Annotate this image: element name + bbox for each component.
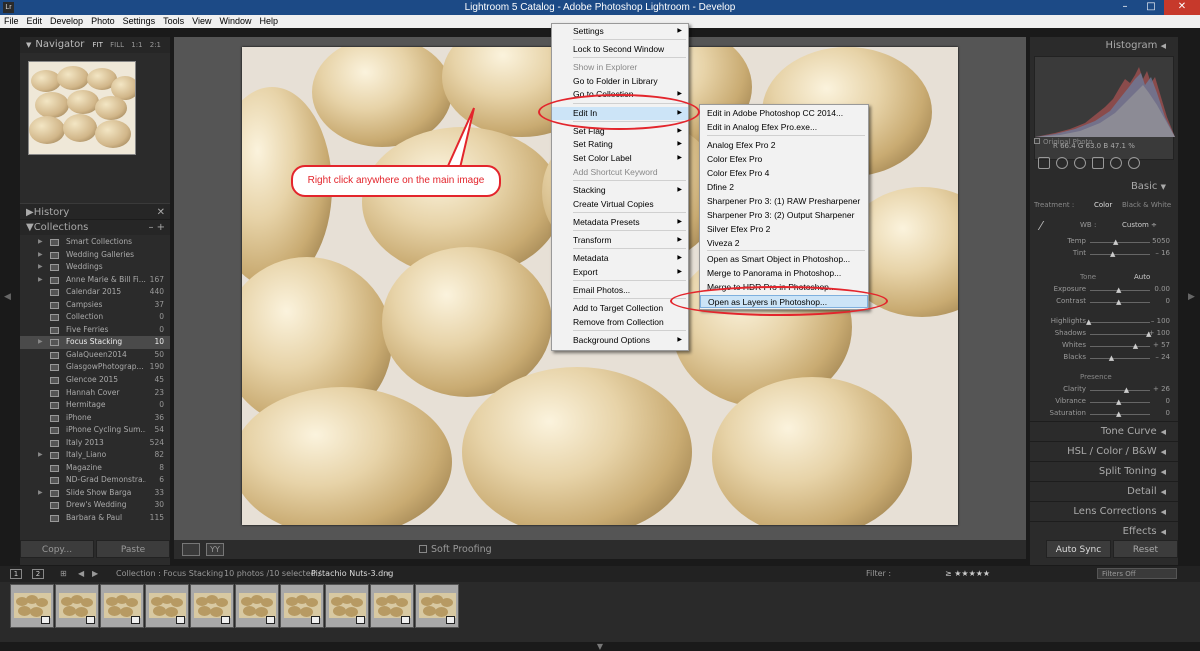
context-menu-item-label: Lock to Second Window — [573, 44, 665, 54]
menu-separator — [573, 180, 686, 181]
context-menu-item[interactable]: Transform ▶ — [552, 234, 688, 247]
submenu-arrow-icon: ▶ — [677, 187, 682, 193]
context-menu-item-label: Email Photos... — [573, 285, 631, 295]
context-menu-item[interactable]: Export ▶ — [552, 266, 688, 279]
submenu-item[interactable]: Merge to Panorama in Photoshop... — [700, 267, 868, 280]
submenu-item[interactable]: Sharpener Pro 3: (2) Output Sharpener — [700, 209, 868, 222]
context-menu-item: Add Shortcut Keyword — [552, 166, 688, 179]
context-menu-item[interactable]: Set Rating ▶ — [552, 138, 688, 151]
tutorial-callout: Right click anywhere on the main image — [291, 165, 501, 197]
submenu-arrow-icon: ▶ — [677, 237, 682, 243]
context-menu-item[interactable]: Remove from Collection — [552, 316, 688, 329]
menu-separator — [707, 250, 865, 251]
context-menu-item-label: Transform — [573, 235, 612, 245]
context-menu-item-label: Go to Folder in Library — [573, 76, 658, 86]
submenu-item[interactable]: Color Efex Pro 4 — [700, 167, 868, 180]
context-menu-item-label: Stacking — [573, 185, 606, 195]
context-menu-item-label: Add Shortcut Keyword — [573, 167, 658, 177]
submenu-arrow-icon: ▶ — [677, 128, 682, 134]
context-menu-item[interactable]: Go to Folder in Library — [552, 75, 688, 88]
submenu-item[interactable]: Dfine 2 — [700, 181, 868, 194]
context-menu: Settings ▶ Lock to Second Window Show in Ex… — [551, 23, 689, 351]
submenu-item[interactable]: Sharpener Pro 3: (1) RAW Presharpener — [700, 195, 868, 208]
submenu-arrow-icon: ▶ — [677, 219, 682, 225]
submenu-item[interactable]: Silver Efex Pro 2 — [700, 223, 868, 236]
menu-separator — [573, 330, 686, 331]
menu-separator — [573, 57, 686, 58]
context-menu-item[interactable]: Create Virtual Copies — [552, 198, 688, 211]
menu-separator — [573, 39, 686, 40]
menu-separator — [573, 212, 686, 213]
context-menu-item[interactable]: Settings ▶ — [552, 25, 688, 38]
submenu-arrow-icon: ▶ — [677, 255, 682, 261]
submenu-item[interactable]: Analog Efex Pro 2 — [700, 139, 868, 152]
context-menu-item-label: Export — [573, 267, 598, 277]
context-menu-item-label: Background Options — [573, 335, 651, 345]
highlight-oval-edit-in — [538, 94, 700, 130]
highlight-oval-open-as-layers — [670, 286, 888, 316]
context-menu-item-label: Add to Target Collection — [573, 303, 664, 313]
menu-separator — [573, 280, 686, 281]
submenu-item[interactable]: Open as Smart Object in Photoshop... — [700, 253, 868, 266]
context-menu-item[interactable]: Stacking ▶ — [552, 184, 688, 197]
menu-separator — [573, 298, 686, 299]
submenu-arrow-icon: ▶ — [677, 269, 682, 275]
context-menu-item-label: Show in Explorer — [573, 62, 638, 72]
submenu-item[interactable]: Edit in Analog Efex Pro.exe... — [700, 121, 868, 134]
context-menu-item-label: Remove from Collection — [573, 317, 664, 327]
context-menu-item[interactable]: Set Color Label ▶ — [552, 152, 688, 165]
context-menu-item-label: Create Virtual Copies — [573, 199, 654, 209]
context-menu-item[interactable]: Background Options ▶ — [552, 334, 688, 347]
context-menu-item-label: Set Rating — [573, 139, 613, 149]
context-menu-item: Show in Explorer — [552, 61, 688, 74]
context-menu-item[interactable]: Metadata Presets ▶ — [552, 216, 688, 229]
submenu-item[interactable]: Color Efex Pro — [700, 153, 868, 166]
context-menu-item-label: Settings — [573, 26, 604, 36]
submenu-arrow-icon: ▶ — [677, 141, 682, 147]
context-menu-item-label: Metadata — [573, 253, 609, 263]
context-menu-item[interactable]: Metadata ▶ — [552, 252, 688, 265]
context-menu-item[interactable]: Lock to Second Window — [552, 43, 688, 56]
edit-in-submenu: Edit in Adobe Photoshop CC 2014... Edit i… — [699, 104, 869, 310]
context-menu-item[interactable]: Email Photos... — [552, 284, 688, 297]
menu-separator — [707, 135, 865, 136]
context-menu-item-label: Set Color Label — [573, 153, 632, 163]
submenu-item[interactable]: Viveza 2 — [700, 237, 868, 250]
submenu-item[interactable]: Edit in Adobe Photoshop CC 2014... — [700, 107, 868, 120]
context-menu-item[interactable]: Add to Target Collection — [552, 302, 688, 315]
menu-separator — [573, 248, 686, 249]
submenu-arrow-icon: ▶ — [677, 337, 682, 343]
context-menu-item-label: Metadata Presets — [573, 217, 640, 227]
menu-separator — [573, 230, 686, 231]
submenu-arrow-icon: ▶ — [677, 28, 682, 34]
submenu-arrow-icon: ▶ — [677, 155, 682, 161]
